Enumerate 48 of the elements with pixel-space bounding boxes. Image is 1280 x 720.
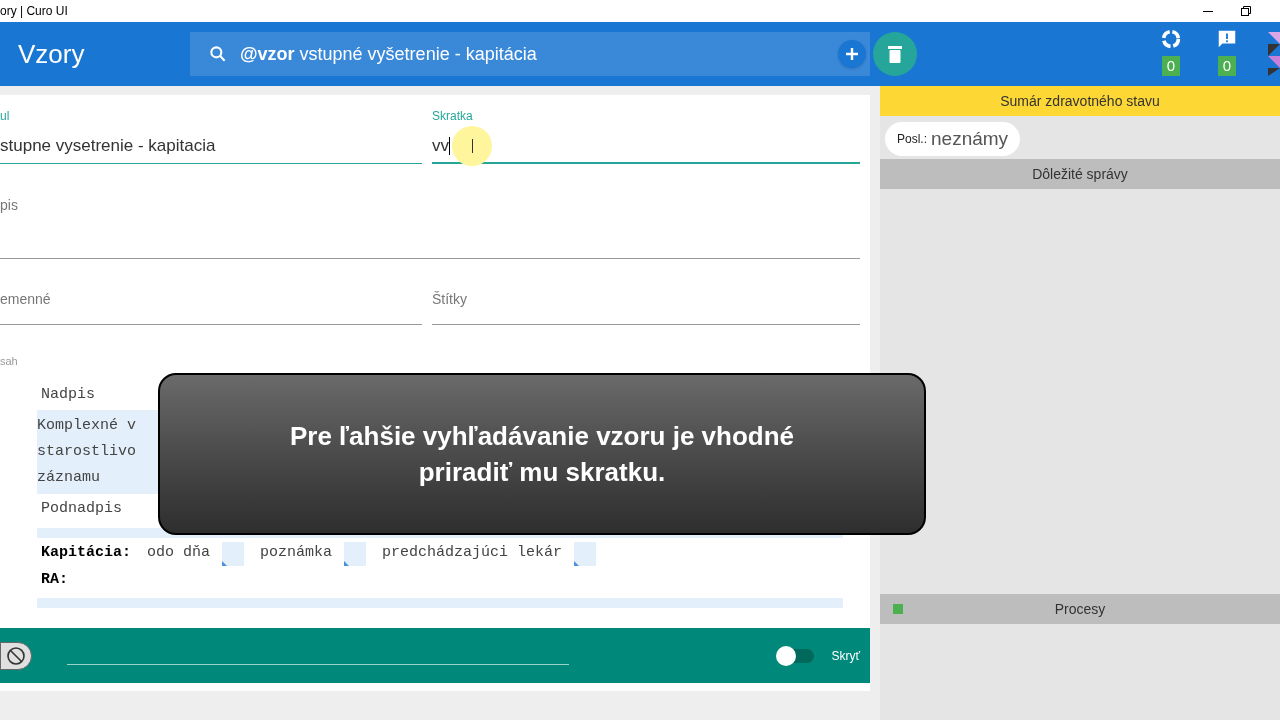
editor-heading: Nadpis: [40, 384, 95, 405]
section-label: RA:: [40, 569, 68, 590]
field-label: Skratka: [432, 108, 473, 125]
page-title: Vzory: [18, 37, 86, 71]
field-label: Štítky: [432, 291, 467, 307]
field-label: emenné: [0, 291, 51, 307]
delete-button[interactable]: [873, 32, 917, 76]
block-icon: [6, 645, 26, 666]
chip-label: Posl.:: [897, 131, 927, 148]
text-field[interactable]: Skratka vv: [432, 107, 860, 164]
summary-header: Sumár zdravotného stavu: [880, 86, 1280, 116]
window-title: ory | Curo UI: [0, 3, 68, 20]
field-label: sah: [0, 354, 18, 369]
chip-value: neznámy: [931, 126, 1009, 151]
count-badge: 0: [1161, 56, 1181, 76]
hide-toggle[interactable]: [777, 648, 814, 663]
description-field[interactable]: pis: [0, 193, 860, 259]
field-label: pis: [0, 197, 18, 213]
pointer-highlight: [452, 126, 492, 166]
toggle-label: Skryť: [831, 647, 860, 665]
text-field[interactable]: Štítky: [432, 287, 860, 325]
count-badge: 0: [1217, 56, 1237, 76]
editor-heading: Podnadpis: [40, 498, 122, 519]
text-cursor: [449, 137, 450, 155]
processes-title: Procesy: [1053, 599, 1107, 619]
field-input[interactable]: [222, 541, 245, 566]
field-value: stupne vysetrenie - kapitacia: [0, 135, 216, 158]
trash-icon: [887, 45, 903, 63]
field-value: vv: [432, 135, 449, 158]
plus-icon: [845, 47, 859, 61]
sync-icon[interactable]: [1160, 28, 1182, 50]
search-icon: [208, 44, 228, 64]
field-name: odo dňa: [147, 543, 211, 564]
field-name: predchádzajúci lekár: [382, 543, 563, 564]
field-input[interactable]: [344, 541, 367, 566]
cancel-button[interactable]: [0, 641, 32, 670]
restore-icon[interactable]: [1240, 5, 1252, 17]
search-field[interactable]: @vzor vstupné vyšetrenie - kapitácia: [190, 32, 870, 76]
field-label: ul: [0, 108, 10, 125]
avatar[interactable]: [1268, 32, 1280, 76]
field-label: Kapitácia:: [41, 543, 131, 564]
add-button[interactable]: [838, 40, 866, 68]
field-name: poznámka: [260, 543, 333, 564]
tooltip-text: Pre ľahšie vyhľadávanie vzoru je vhodné priradiť mu skratku.: [288, 420, 796, 489]
text-field[interactable]: ul stupne vysetrenie - kapitacia: [0, 107, 422, 164]
messages-header: Dôležité správy: [880, 159, 1280, 189]
text-field[interactable]: emenné: [0, 287, 422, 325]
field-input[interactable]: [574, 541, 597, 566]
